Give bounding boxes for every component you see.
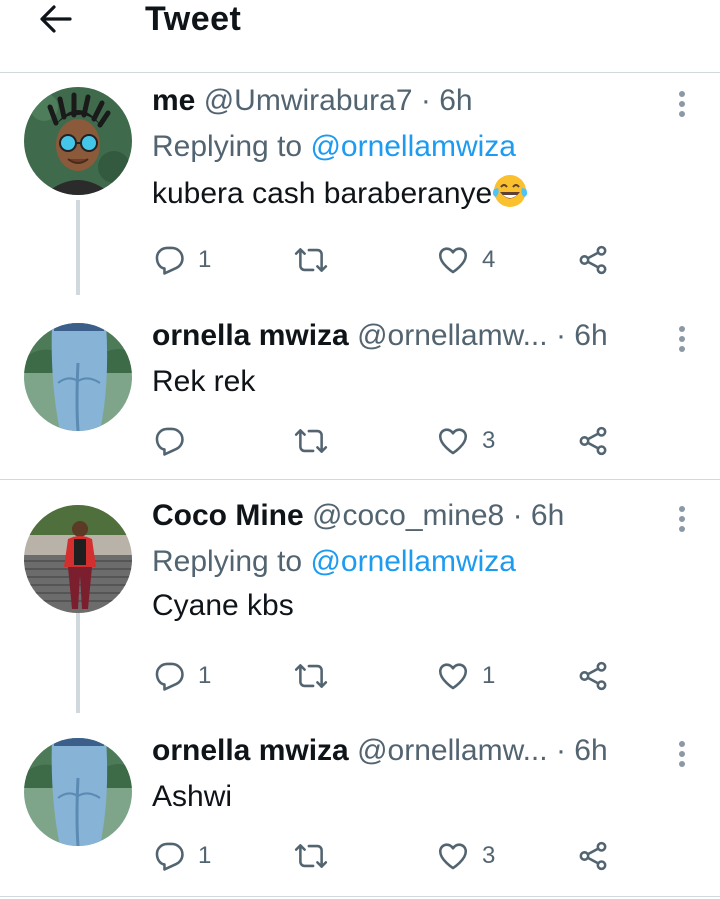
tweet-text: Rek rek [152,365,256,398]
like-count: 3 [482,427,496,454]
tweet-text: Cyane kbs [152,589,294,622]
like-button[interactable]: 3 [436,421,495,461]
like-button[interactable]: 1 [436,656,495,696]
arrow-left-icon[interactable] [36,2,76,36]
replying-to: Replying to @ornellamwiza [152,544,700,580]
share-button[interactable] [576,836,610,876]
separator-dot: · [555,734,566,767]
reply-count: 1 [198,662,212,689]
tweet-actions: 1 3 [152,836,632,876]
tweet-content: ornella mwiza @ornellamw... · 6h Rek rek [152,318,700,400]
retweet-icon [294,248,328,272]
retweet-button[interactable] [294,656,340,696]
replying-to-prefix: Replying to [152,130,311,163]
user-handle[interactable]: @ornellamw... [357,734,548,767]
thread-line [76,200,80,295]
like-button[interactable]: 4 [436,240,495,280]
heart-icon [438,663,468,690]
separator-dot: · [420,84,431,117]
tweet-content: Coco Mine @coco_mine8 · 6h Replying to @… [152,498,700,624]
separator-dot: · [555,319,566,352]
display-name[interactable]: ornella mwiza [152,319,349,352]
replying-to-prefix: Replying to [152,545,311,578]
share-button[interactable] [576,240,610,280]
tweet-reply[interactable]: Coco Mine @coco_mine8 · 6h Replying to @… [0,480,720,713]
like-button[interactable]: 3 [436,836,495,876]
more-options-icon[interactable] [678,326,686,352]
reply-button[interactable] [152,421,198,461]
reply-count: 1 [198,842,212,869]
tweet-meta: Coco Mine @coco_mine8 · 6h [152,498,700,536]
page-title: Tweet [145,0,242,38]
retweet-button[interactable] [294,836,340,876]
like-count: 4 [482,246,496,273]
display-name[interactable]: me [152,84,195,117]
tweet-reply[interactable]: ornella mwiza @ornellamw... · 6h Ashwi 1… [0,708,720,898]
more-options-icon[interactable] [678,506,686,532]
share-icon [579,841,607,871]
mention-link[interactable]: @ornellamwiza [310,130,516,163]
tweet-meta: ornella mwiza @ornellamw... · 6h [152,733,700,771]
thread-line [76,613,80,713]
tweet-meta: me @Umwirabura7 · 6h [152,83,700,121]
reply-icon [155,842,184,871]
heart-icon [438,247,468,274]
like-count: 1 [482,662,496,689]
user-handle[interactable]: @Umwirabura7 [204,84,413,117]
reply-button[interactable]: 1 [152,240,211,280]
timestamp[interactable]: 6h [531,499,564,532]
heart-icon [438,843,468,870]
reply-icon [155,662,184,691]
avatar[interactable] [24,87,132,195]
heart-icon [438,428,468,455]
top-bar: Tweet [0,0,720,72]
replying-to: Replying to @ornellamwiza [152,129,700,165]
reply-button[interactable]: 1 [152,836,211,876]
user-handle[interactable]: @ornellamw... [357,319,548,352]
mention-link[interactable]: @ornellamwiza [310,545,516,578]
tweet-actions: 3 [152,421,632,461]
reply-icon [155,427,184,456]
separator-dot: · [512,499,523,532]
retweet-icon [294,429,328,453]
reply-icon [155,246,184,275]
share-button[interactable] [576,421,610,461]
retweet-icon [294,844,328,868]
more-options-icon[interactable] [678,91,686,117]
display-name[interactable]: Coco Mine [152,499,304,532]
tweet-text: kubera cash baraberanye [152,173,700,218]
tweet-content: me @Umwirabura7 · 6h Replying to @ornell… [152,83,700,218]
avatar[interactable] [24,505,132,613]
retweet-button[interactable] [294,240,340,280]
tweet-content: ornella mwiza @ornellamw... · 6h Ashwi [152,733,700,815]
user-handle[interactable]: @coco_mine8 [312,499,504,532]
more-options-icon[interactable] [678,741,686,767]
retweet-icon [294,664,328,688]
avatar[interactable] [24,323,132,431]
share-icon [579,661,607,691]
face-with-tears-of-joy-icon [492,173,528,218]
share-icon [579,245,607,275]
share-button[interactable] [576,656,610,696]
tweet-meta: ornella mwiza @ornellamw... · 6h [152,318,700,356]
like-count: 3 [482,842,496,869]
timestamp[interactable]: 6h [574,319,607,352]
reply-count: 1 [198,246,212,273]
tweet-actions: 1 4 [152,240,632,280]
reply-button[interactable]: 1 [152,656,211,696]
tweet-reply[interactable]: ornella mwiza @ornellamw... · 6h Rek rek… [0,293,720,478]
display-name[interactable]: ornella mwiza [152,734,349,767]
tweet-text-content: kubera cash baraberanye [152,177,493,210]
tweet-text: Ashwi [152,780,233,813]
tweet-reply[interactable]: me @Umwirabura7 · 6h Replying to @ornell… [0,73,720,295]
avatar[interactable] [24,738,132,846]
retweet-button[interactable] [294,421,340,461]
share-icon [579,426,607,456]
divider [0,896,720,897]
timestamp[interactable]: 6h [574,734,607,767]
tweet-actions: 1 1 [152,656,632,696]
timestamp[interactable]: 6h [439,84,472,117]
